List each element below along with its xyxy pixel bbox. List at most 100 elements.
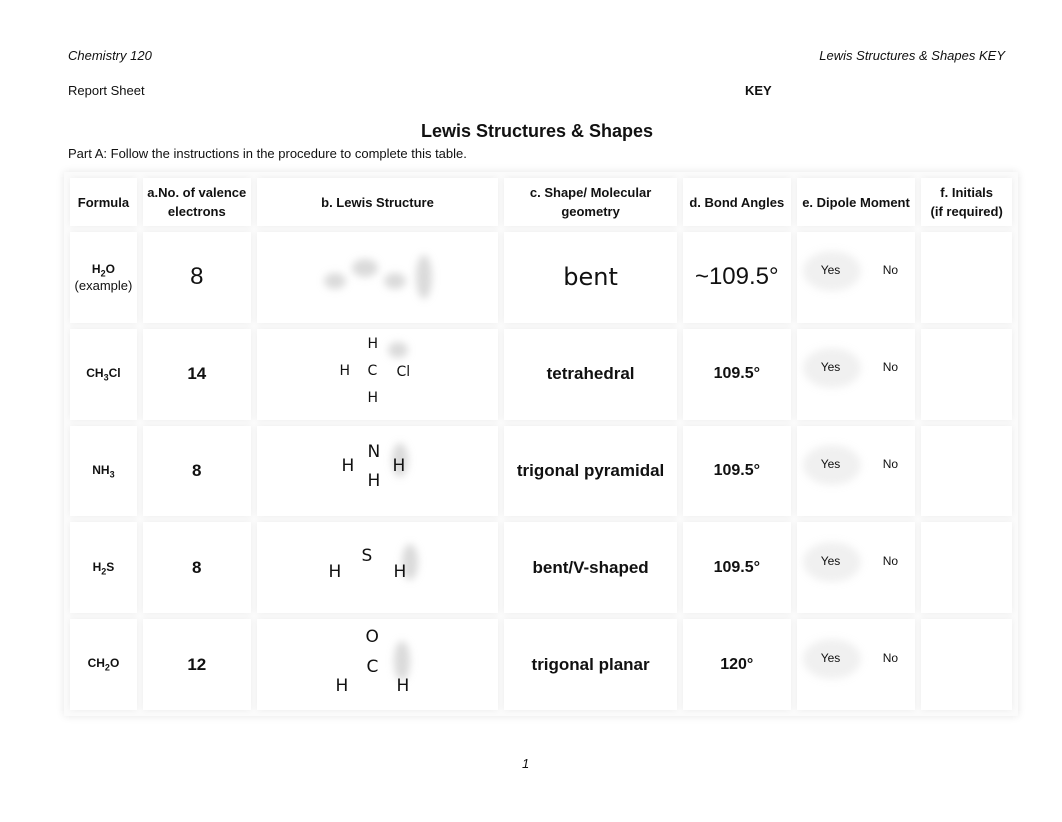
initials-cell[interactable] bbox=[921, 425, 1012, 517]
dipole-cell[interactable]: Yes No bbox=[796, 522, 916, 614]
valence-cell: 8 bbox=[142, 232, 251, 323]
atom: H bbox=[367, 470, 381, 491]
lewis-structure-blurred bbox=[266, 233, 490, 321]
col-formula-label: Formula bbox=[77, 194, 130, 210]
bond-angle-cell: 109.5° bbox=[682, 522, 791, 614]
formula-cell: CH3Cl bbox=[70, 328, 137, 420]
col-angles-label: d. Bond Angles bbox=[689, 194, 785, 210]
initials-cell[interactable] bbox=[921, 232, 1012, 323]
formula: CH bbox=[87, 656, 105, 671]
atom: H bbox=[335, 675, 349, 696]
formula-cell: H2S bbox=[70, 522, 137, 614]
atom: H bbox=[328, 561, 342, 582]
valence-cell: 12 bbox=[142, 619, 251, 710]
col-dipole: e. Dipole Moment bbox=[796, 178, 916, 226]
lewis-structure: H H C Cl H bbox=[266, 330, 490, 418]
shape-cell: trigonal pyramidal bbox=[504, 425, 677, 517]
lewis-structure: O C H H bbox=[266, 621, 490, 709]
bond-angle-cell: 109.5° bbox=[682, 328, 791, 420]
dipole-yes-option[interactable]: Yes bbox=[821, 651, 841, 665]
atom: H bbox=[367, 336, 379, 353]
col-valence: a.No. of valence electrons bbox=[142, 178, 251, 226]
document-title: Lewis Structures & Shapes KEY bbox=[819, 48, 1005, 63]
atom: N bbox=[367, 441, 381, 462]
initials-cell[interactable] bbox=[921, 522, 1012, 614]
col-initials-label-2: (if required) bbox=[930, 204, 1003, 219]
course-name: Chemistry 120 bbox=[68, 48, 152, 63]
col-lewis: b. Lewis Structure bbox=[256, 178, 499, 226]
table-row: H2S 8 S H H bent/V-shaped 109.5° Yes No bbox=[70, 522, 1012, 614]
valence-cell: 8 bbox=[142, 425, 251, 517]
shape-cell: bent/V-shaped bbox=[504, 522, 677, 614]
formula-tail: O bbox=[109, 656, 120, 671]
report-sheet-label: Report Sheet bbox=[68, 83, 145, 98]
dipole-cell[interactable]: Yes No bbox=[796, 619, 916, 710]
atom: C bbox=[366, 656, 379, 677]
formula: CH bbox=[86, 366, 104, 380]
table-row: CH3Cl 14 H H C Cl H tetrahedral 109.5° Y… bbox=[70, 328, 1012, 420]
lewis-cell: O C H H bbox=[256, 619, 499, 710]
lewis-cell: N H H H bbox=[256, 425, 499, 517]
lewis-cell bbox=[256, 232, 499, 323]
lewis-table: Formula a.No. of valence electrons b. Lew… bbox=[64, 172, 1018, 716]
formula-cell: NH3 bbox=[70, 425, 137, 517]
col-shape: c. Shape/ Molecular geometry bbox=[504, 178, 677, 226]
col-angles: d. Bond Angles bbox=[682, 178, 791, 226]
col-initials: f. Initials (if required) bbox=[921, 178, 1012, 226]
atom: S bbox=[361, 545, 373, 566]
atom: H bbox=[393, 561, 407, 582]
col-shape-label-2: geometry bbox=[561, 204, 620, 219]
instruction-text: Part A: Follow the instructions in the p… bbox=[68, 146, 467, 161]
valence-cell: 14 bbox=[142, 328, 251, 420]
col-shape-label-1: c. Shape/ Molecular bbox=[529, 185, 652, 200]
atom: H bbox=[339, 363, 351, 380]
col-lewis-label: b. Lewis Structure bbox=[321, 194, 434, 210]
atom: H bbox=[392, 455, 406, 476]
initials-cell[interactable] bbox=[921, 328, 1012, 420]
formula-cell: H2O (example) bbox=[70, 232, 137, 323]
dipole-cell[interactable]: Yes No bbox=[796, 232, 916, 323]
table-header-row: Formula a.No. of valence electrons b. Lew… bbox=[70, 178, 1012, 226]
example-note: (example) bbox=[74, 278, 133, 294]
formula: NH bbox=[92, 462, 110, 477]
valence-cell: 8 bbox=[142, 522, 251, 614]
shape-cell: tetrahedral bbox=[504, 328, 677, 420]
lewis-cell: S H H bbox=[256, 522, 499, 614]
formula-tail: S bbox=[106, 559, 115, 574]
atom: H bbox=[341, 455, 355, 476]
dipole-yes-option[interactable]: Yes bbox=[821, 263, 841, 277]
dipole-cell[interactable]: Yes No bbox=[796, 425, 916, 517]
dipole-no-option[interactable]: No bbox=[883, 651, 898, 665]
page-number: 1 bbox=[522, 756, 530, 771]
bond-angle-cell: 120° bbox=[682, 619, 791, 710]
key-label: KEY bbox=[745, 83, 772, 98]
atom: O bbox=[365, 626, 379, 647]
dipole-yes-option[interactable]: Yes bbox=[821, 554, 841, 568]
lewis-structure: S H H bbox=[266, 524, 490, 612]
col-dipole-label: e. Dipole Moment bbox=[802, 194, 910, 210]
dipole-no-option[interactable]: No bbox=[883, 554, 898, 568]
dipole-yes-option[interactable]: Yes bbox=[821, 457, 841, 471]
table-row: H2O (example) 8 bent ~109.5° Yes No bbox=[70, 232, 1012, 323]
dipole-no-option[interactable]: No bbox=[883, 360, 898, 374]
dipole-no-option[interactable]: No bbox=[883, 457, 898, 471]
dipole-yes-option[interactable]: Yes bbox=[821, 360, 841, 374]
initials-cell[interactable] bbox=[921, 619, 1012, 710]
bond-angle-cell: 109.5° bbox=[682, 425, 791, 517]
atom: H bbox=[396, 675, 410, 696]
col-valence-label-2: electrons bbox=[167, 204, 226, 219]
bond-angle-cell: ~109.5° bbox=[682, 232, 791, 323]
formula-subscript: 3 bbox=[109, 469, 115, 480]
atom: H bbox=[367, 390, 379, 407]
col-valence-label-1: a.No. of valence bbox=[147, 185, 247, 200]
formula-tail: Cl bbox=[108, 366, 121, 380]
formula-tail: O bbox=[105, 261, 115, 276]
formula: H bbox=[91, 261, 101, 276]
atom: C bbox=[367, 363, 378, 380]
dipole-no-option[interactable]: No bbox=[883, 263, 898, 277]
atom: Cl bbox=[396, 364, 411, 381]
lewis-cell: H H C Cl H bbox=[256, 328, 499, 420]
lewis-structure: N H H H bbox=[266, 427, 490, 515]
dipole-cell[interactable]: Yes No bbox=[796, 328, 916, 420]
table-row: CH2O 12 O C H H trigonal planar 120° Yes… bbox=[70, 619, 1012, 710]
